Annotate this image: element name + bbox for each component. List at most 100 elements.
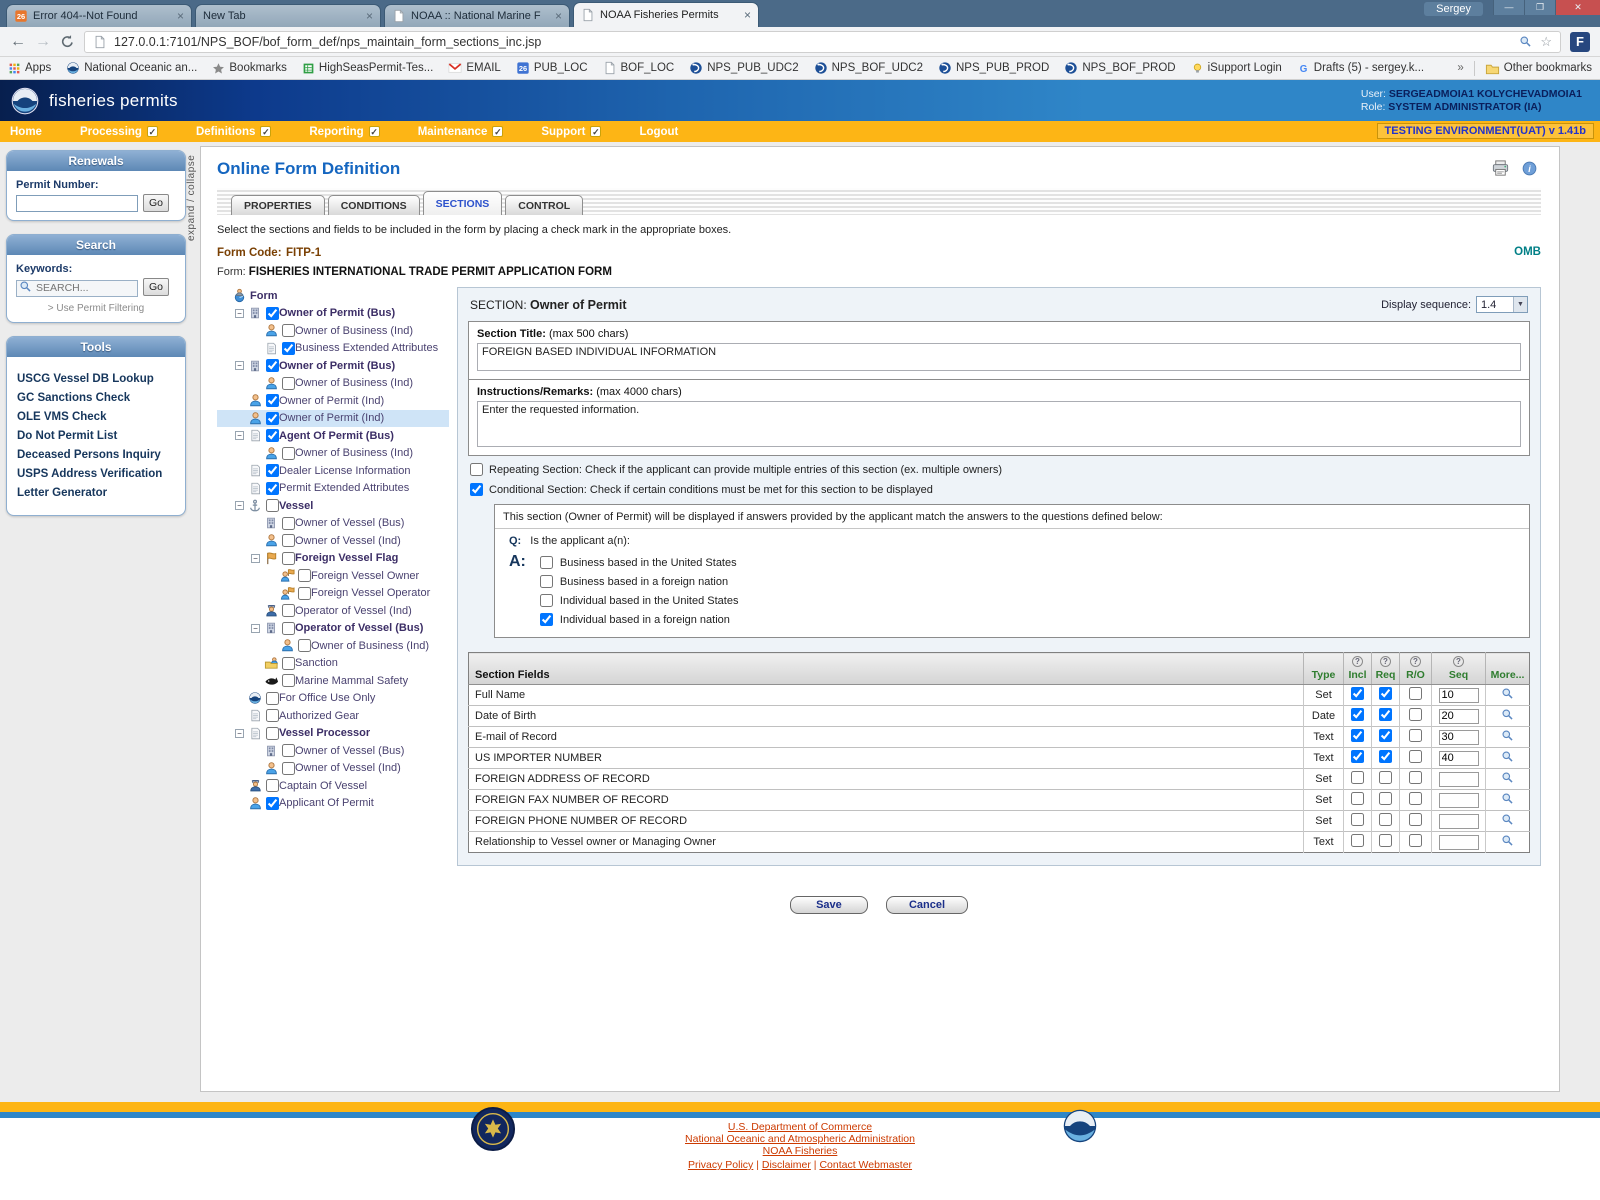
tool-link[interactable]: GC Sanctions Check [17, 392, 175, 404]
answer-checkbox[interactable] [540, 556, 553, 569]
permit-number-input[interactable] [16, 195, 138, 212]
field-more-icon[interactable] [1501, 834, 1514, 847]
nav-dropdown-icon[interactable]: ✓ [260, 126, 271, 137]
tree-node[interactable]: −Owner of Permit (Bus) [217, 357, 449, 375]
tree-checkbox[interactable] [282, 604, 295, 617]
incl-checkbox[interactable] [1351, 834, 1364, 847]
tree-node[interactable]: −Agent Of Permit (Bus) [217, 427, 449, 445]
conditional-section-checkbox[interactable] [470, 483, 483, 496]
bookmark-star-icon[interactable]: ☆ [1540, 34, 1552, 50]
browser-tab[interactable]: 26Error 404--Not Found× [6, 4, 192, 27]
tree-checkbox[interactable] [298, 569, 311, 582]
tree-checkbox[interactable] [266, 797, 279, 810]
tree-checkbox[interactable] [282, 674, 295, 687]
help-icon[interactable]: ? [1453, 656, 1464, 667]
renewals-go-button[interactable]: Go [143, 194, 169, 212]
bookmark-item[interactable]: Bookmarks [212, 62, 287, 75]
incl-checkbox[interactable] [1351, 792, 1364, 805]
tree-checkbox[interactable] [282, 744, 295, 757]
tree-expander-icon[interactable]: − [235, 729, 244, 738]
answer-option[interactable]: Business based in a foreign nation [540, 572, 739, 591]
seq-input[interactable] [1439, 793, 1479, 808]
tree-checkbox[interactable] [266, 464, 279, 477]
tree-node[interactable]: Form [217, 287, 449, 305]
footer-sub-link[interactable]: Privacy Policy [688, 1159, 753, 1171]
incl-checkbox[interactable] [1351, 813, 1364, 826]
tree-checkbox[interactable] [266, 727, 279, 740]
answer-option[interactable]: Individual based in the United States [540, 591, 739, 610]
omb-link[interactable]: OMB [1514, 246, 1541, 258]
bookmark-item[interactable]: HighSeasPermit-Tes... [302, 62, 433, 75]
save-button[interactable]: Save [790, 896, 868, 914]
tab-conditions[interactable]: CONDITIONS [328, 195, 420, 215]
ro-checkbox[interactable] [1409, 771, 1422, 784]
instructions-textarea[interactable]: Enter the requested information. [477, 401, 1521, 447]
tab-close-icon[interactable]: × [177, 10, 184, 22]
incl-checkbox[interactable] [1351, 708, 1364, 721]
req-checkbox[interactable] [1379, 708, 1392, 721]
incl-checkbox[interactable] [1351, 771, 1364, 784]
nav-dropdown-icon[interactable]: ✓ [492, 126, 503, 137]
footer-link[interactable]: U.S. Department of Commerce [728, 1121, 872, 1133]
tool-link[interactable]: OLE VMS Check [17, 411, 175, 423]
nav-item-support[interactable]: Support✓ [541, 126, 601, 138]
tree-checkbox[interactable] [266, 307, 279, 320]
tree-node[interactable]: Owner of Permit (Ind) [217, 410, 449, 428]
ro-checkbox[interactable] [1409, 750, 1422, 763]
field-more-icon[interactable] [1501, 687, 1514, 700]
footer-link[interactable]: National Oceanic and Atmospheric Adminis… [685, 1133, 915, 1145]
field-more-icon[interactable] [1501, 750, 1514, 763]
tree-node[interactable]: Owner of Business (Ind) [217, 637, 449, 655]
tab-close-icon[interactable]: × [744, 9, 751, 21]
tree-checkbox[interactable] [298, 639, 311, 652]
bookmark-item[interactable]: GDrafts (5) - sergey.k... [1297, 62, 1424, 75]
tree-node[interactable]: Owner of Vessel (Bus) [217, 742, 449, 760]
tool-link[interactable]: Do Not Permit List [17, 430, 175, 442]
tree-node[interactable]: Permit Extended Attributes [217, 480, 449, 498]
req-checkbox[interactable] [1379, 813, 1392, 826]
footer-sub-link[interactable]: Contact Webmaster [819, 1159, 912, 1171]
tree-node[interactable]: Owner of Business (Ind) [217, 375, 449, 393]
answer-checkbox[interactable] [540, 594, 553, 607]
tree-checkbox[interactable] [282, 324, 295, 337]
incl-checkbox[interactable] [1351, 687, 1364, 700]
tree-node[interactable]: For Office Use Only [217, 690, 449, 708]
bookmark-item[interactable]: EMAIL [448, 61, 501, 75]
tree-node[interactable]: Owner of Vessel (Bus) [217, 515, 449, 533]
tree-node[interactable]: Foreign Vessel Operator [217, 585, 449, 603]
chrome-profile-button[interactable]: Sergey [1424, 2, 1483, 16]
tree-checkbox[interactable] [266, 779, 279, 792]
tab-close-icon[interactable]: × [366, 10, 373, 22]
bookmark-item[interactable]: National Oceanic an... [66, 61, 197, 75]
tree-checkbox[interactable] [282, 447, 295, 460]
tree-node[interactable]: Owner of Vessel (Ind) [217, 532, 449, 550]
tool-link[interactable]: Deceased Persons Inquiry [17, 449, 175, 461]
address-bar[interactable]: 127.0.0.1:7101/NPS_BOF/bof_form_def/nps_… [84, 31, 1561, 53]
seq-input[interactable] [1439, 751, 1479, 766]
field-more-icon[interactable] [1501, 729, 1514, 742]
tree-node[interactable]: Business Extended Attributes [217, 340, 449, 358]
ro-checkbox[interactable] [1409, 729, 1422, 742]
cancel-button[interactable]: Cancel [886, 896, 968, 914]
bookmark-item[interactable]: NPS_PUB_PROD [938, 61, 1049, 75]
seq-input[interactable] [1439, 730, 1479, 745]
tree-expander-icon[interactable]: − [251, 624, 260, 633]
footer-link[interactable]: NOAA Fisheries [763, 1145, 838, 1157]
seq-input[interactable] [1439, 835, 1479, 850]
maximize-button[interactable]: ❐ [1524, 0, 1555, 15]
tree-node[interactable]: −Operator of Vessel (Bus) [217, 620, 449, 638]
tree-checkbox[interactable] [282, 342, 295, 355]
tree-checkbox[interactable] [266, 692, 279, 705]
ro-checkbox[interactable] [1409, 792, 1422, 805]
back-icon[interactable]: ← [10, 34, 26, 50]
other-bookmarks-button[interactable]: Other bookmarks [1485, 61, 1592, 76]
tree-node[interactable]: Applicant Of Permit [217, 795, 449, 813]
refresh-icon[interactable] [60, 34, 75, 49]
extension-f-icon[interactable]: F [1570, 32, 1590, 52]
tab-sections[interactable]: SECTIONS [423, 191, 503, 215]
field-more-icon[interactable] [1501, 771, 1514, 784]
permit-filtering-link[interactable]: > Use Permit Filtering [16, 303, 176, 314]
help-icon[interactable]: ? [1380, 656, 1391, 667]
tree-checkbox[interactable] [266, 499, 279, 512]
tree-checkbox[interactable] [266, 394, 279, 407]
